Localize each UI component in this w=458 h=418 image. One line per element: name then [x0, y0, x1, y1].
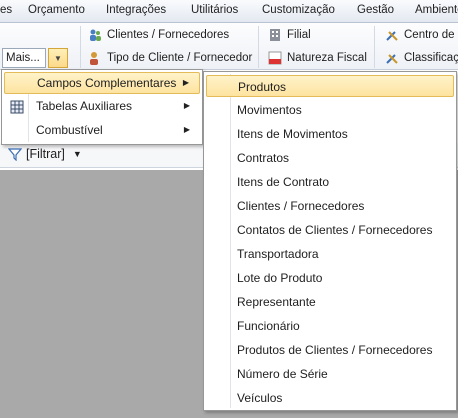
natureza-fiscal-button[interactable]: Natureza Fiscal: [268, 48, 367, 68]
submenu-arrow-icon: ▶: [183, 101, 190, 110]
menu-item-partial[interactable]: es: [0, 4, 12, 16]
submenu-item-contratos[interactable]: Contratos: [206, 147, 454, 169]
menu-item-label: Tabelas Auxiliares: [36, 99, 133, 113]
submenu-item-itens-de-contrato[interactable]: Itens de Contrato: [206, 171, 454, 193]
submenu-item-lote-do-produto[interactable]: Lote do Produto: [206, 267, 454, 289]
building-icon: [268, 28, 282, 42]
submenu-arrow-icon: ▶: [183, 125, 190, 134]
ribbon-separator: [258, 26, 259, 68]
filial-button[interactable]: Filial: [268, 25, 311, 45]
submenu-item-label: Clientes / Fornecedores: [237, 199, 365, 213]
menu-item-combustivel[interactable]: Combustível ▶: [4, 120, 200, 142]
menu-item-gestao[interactable]: Gestão: [357, 4, 394, 16]
ribbon: Clientes / Fornecedores Tipo de Cliente …: [0, 23, 458, 70]
submenu-item-contatos-clientes-fornecedores[interactable]: Contatos de Clientes / Fornecedores: [206, 219, 454, 241]
funnel-icon: [7, 147, 23, 162]
classification-icon: [385, 51, 399, 65]
chevron-down-icon: ▼: [54, 53, 62, 63]
submenu-item-label: Representante: [237, 295, 316, 309]
submenu-item-label: Itens de Movimentos: [237, 127, 348, 141]
menu-item-utilitarios[interactable]: Utilitários: [191, 4, 238, 16]
menu-item-label: Combustível: [36, 123, 103, 137]
clientes-fornecedores-label: Clientes / Fornecedores: [107, 29, 230, 41]
menu-bar: es Orçamento Integrações Utilitários Cus…: [0, 0, 458, 23]
cfop-icon: [268, 51, 282, 65]
submenu-item-label: Contatos de Clientes / Fornecedores: [237, 223, 433, 237]
submenu-item-veiculos[interactable]: Veículos: [206, 387, 454, 409]
table-icon: [10, 100, 24, 114]
classificacao-button[interactable]: Classificaçã: [385, 48, 458, 68]
clientes-fornecedores-button[interactable]: Clientes / Fornecedores: [88, 25, 229, 45]
submenu-item-representante[interactable]: Representante: [206, 291, 454, 313]
submenu-item-label: Produtos de Clientes / Fornecedores: [237, 343, 433, 357]
mais-dropdown[interactable]: Mais...: [2, 48, 46, 68]
filter-label: [Filtrar]: [26, 147, 65, 161]
tipo-cliente-button[interactable]: Tipo de Cliente / Fornecedor: [88, 48, 252, 68]
menu-item-customizacao[interactable]: Customização: [262, 4, 335, 16]
submenu-item-label: Número de Série: [237, 367, 328, 381]
people-icon: [88, 28, 102, 42]
submenu-item-produtos[interactable]: Produtos: [206, 75, 454, 97]
submenu-item-funcionario[interactable]: Funcionário: [206, 315, 454, 337]
centro-custo-label: Centro de C: [404, 29, 458, 41]
menu-item-ambiente[interactable]: Ambiente: [415, 4, 458, 16]
submenu-item-label: Produtos: [238, 80, 287, 94]
menu-item-tabelas-auxiliares[interactable]: Tabelas Auxiliares ▶: [4, 96, 200, 118]
submenu-item-numero-de-serie[interactable]: Número de Série: [206, 363, 454, 385]
mais-dropdown-button[interactable]: ▼: [48, 48, 68, 68]
submenu-item-label: Contratos: [237, 151, 290, 165]
submenu-item-label: Lote do Produto: [237, 271, 323, 285]
submenu-item-label: Itens de Contrato: [237, 175, 330, 189]
menu-item-integracoes[interactable]: Integrações: [106, 4, 166, 16]
tipo-cliente-label: Tipo de Cliente / Fornecedor: [107, 52, 253, 64]
menu-item-label: Campos Complementares: [37, 76, 177, 90]
submenu-item-clientes-fornecedores[interactable]: Clientes / Fornecedores: [206, 195, 454, 217]
menu-item-campos-complementares[interactable]: Campos Complementares ▶: [4, 72, 200, 94]
classificacao-label: Classificaçã: [404, 52, 458, 64]
submenu-item-movimentos[interactable]: Movimentos: [206, 99, 454, 121]
tools-icon: [385, 28, 399, 42]
ribbon-separator: [374, 26, 375, 68]
ribbon-separator: [80, 26, 81, 68]
submenu-item-label: Transportadora: [237, 247, 319, 261]
campos-complementares-submenu: Produtos Movimentos Itens de Movimentos …: [203, 71, 457, 411]
filter-button[interactable]: [Filtrar] ▼: [7, 147, 82, 162]
natureza-fiscal-label: Natureza Fiscal: [287, 52, 367, 64]
submenu-item-label: Funcionário: [237, 319, 300, 333]
centro-custo-button[interactable]: Centro de C: [385, 25, 458, 45]
submenu-arrow-icon: ▶: [182, 78, 189, 87]
chevron-down-icon: ▼: [72, 149, 82, 159]
submenu-item-produtos-clientes-fornecedores[interactable]: Produtos de Clientes / Fornecedores: [206, 339, 454, 361]
submenu-item-label: Veículos: [237, 391, 283, 405]
user-type-icon: [88, 51, 102, 65]
menu-item-orcamento[interactable]: Orçamento: [28, 4, 85, 16]
submenu-item-transportadora[interactable]: Transportadora: [206, 243, 454, 265]
submenu-item-itens-de-movimentos[interactable]: Itens de Movimentos: [206, 123, 454, 145]
submenu-item-label: Movimentos: [237, 103, 302, 117]
filial-label: Filial: [287, 29, 311, 41]
more-menu: Campos Complementares ▶ Tabelas Auxiliar…: [1, 69, 203, 145]
